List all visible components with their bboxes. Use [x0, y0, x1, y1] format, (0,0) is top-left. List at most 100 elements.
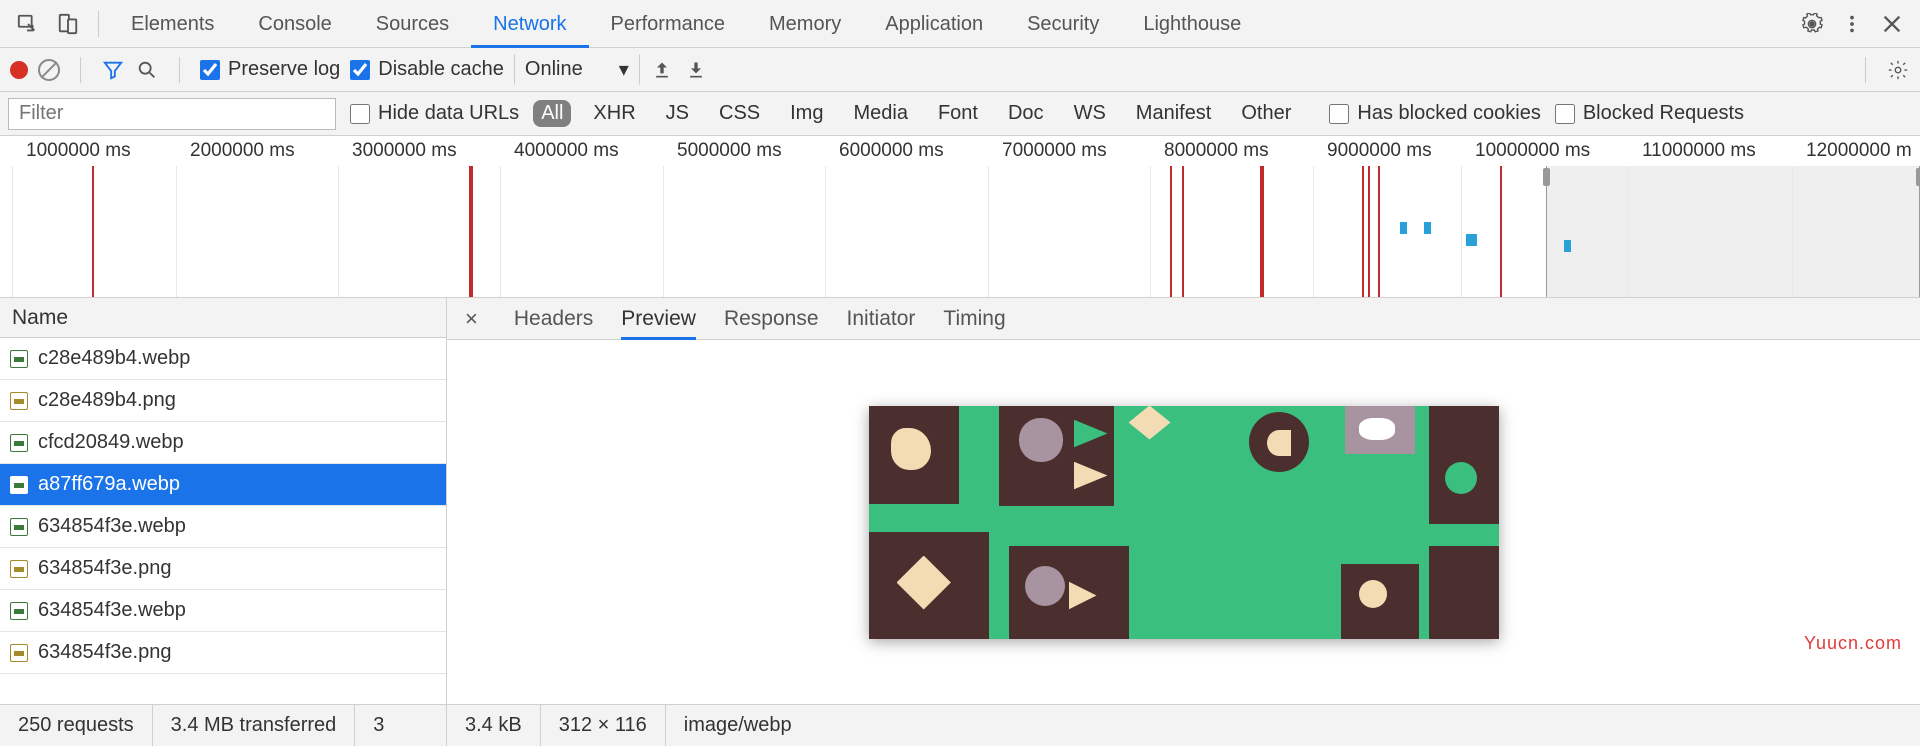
- has-blocked-cookies-checkbox[interactable]: Has blocked cookies: [1329, 102, 1540, 125]
- settings-icon[interactable]: [1798, 10, 1826, 38]
- image-webp-icon: [10, 518, 28, 536]
- blocked-requests-checkbox[interactable]: Blocked Requests: [1555, 102, 1744, 125]
- devtools-tabbar: Elements Console Sources Network Perform…: [0, 0, 1920, 48]
- timeline-tick-label: 11000000 ms: [1642, 140, 1756, 162]
- device-toggle-icon[interactable]: [54, 10, 82, 38]
- tab-sources[interactable]: Sources: [354, 0, 471, 48]
- type-img[interactable]: Img: [782, 100, 831, 127]
- timeline-overview[interactable]: 1000000 ms2000000 ms3000000 ms4000000 ms…: [0, 136, 1920, 298]
- timeline-data-dot: [1400, 222, 1407, 234]
- request-row[interactable]: c28e489b4.png: [0, 380, 446, 422]
- close-devtools-icon[interactable]: [1878, 10, 1906, 38]
- image-webp-icon: [10, 476, 28, 494]
- separator: [179, 57, 180, 83]
- status-bar: 250 requests 3.4 MB transferred 3 3.4 kB…: [0, 704, 1920, 746]
- filter-icon[interactable]: [101, 58, 125, 82]
- request-row[interactable]: 634854f3e.png: [0, 548, 446, 590]
- preview-image: [869, 406, 1499, 639]
- status-three: 3: [355, 705, 402, 746]
- image-webp-icon: [10, 350, 28, 368]
- timeline-handle-right[interactable]: [1916, 168, 1920, 186]
- request-name: 634854f3e.png: [38, 557, 171, 580]
- timeline-event-line: [92, 166, 94, 297]
- throttle-value: Online: [525, 58, 583, 81]
- watermark: Yuucn.com: [1804, 633, 1902, 654]
- search-icon[interactable]: [135, 58, 159, 82]
- detail-tab-initiator[interactable]: Initiator: [847, 298, 916, 340]
- tab-console[interactable]: Console: [236, 0, 353, 48]
- image-png-icon: [10, 560, 28, 578]
- timeline-tick-label: 2000000 ms: [190, 140, 295, 162]
- separator: [1865, 57, 1866, 83]
- type-doc[interactable]: Doc: [1000, 100, 1052, 127]
- settings-icon[interactable]: [1886, 58, 1910, 82]
- upload-icon[interactable]: [650, 58, 674, 82]
- timeline-handle-left[interactable]: [1543, 168, 1550, 186]
- timeline-event-line: [1362, 166, 1364, 297]
- tab-lighthouse[interactable]: Lighthouse: [1121, 0, 1263, 48]
- request-list-header[interactable]: Name: [0, 298, 446, 338]
- request-row[interactable]: a87ff679a.webp: [0, 464, 446, 506]
- tab-memory[interactable]: Memory: [747, 0, 863, 48]
- type-css[interactable]: CSS: [711, 100, 768, 127]
- close-detail-icon[interactable]: ×: [457, 306, 486, 332]
- preserve-log-label: Preserve log: [228, 58, 340, 81]
- tab-application[interactable]: Application: [863, 0, 1005, 48]
- record-button[interactable]: [10, 61, 28, 79]
- status-mime: image/webp: [666, 705, 810, 746]
- has-blocked-cookies-label: Has blocked cookies: [1357, 102, 1540, 125]
- network-toolbar: Preserve log Disable cache Online ▾: [0, 48, 1920, 92]
- status-requests: 250 requests: [0, 705, 153, 746]
- timeline-tick-label: 5000000 ms: [677, 140, 782, 162]
- timeline-selection[interactable]: [1546, 166, 1920, 297]
- type-font[interactable]: Font: [930, 100, 986, 127]
- filter-input[interactable]: [8, 98, 336, 130]
- preserve-log-checkbox[interactable]: Preserve log: [200, 58, 340, 81]
- detail-tab-timing[interactable]: Timing: [943, 298, 1005, 340]
- tab-elements[interactable]: Elements: [109, 0, 236, 48]
- type-xhr[interactable]: XHR: [585, 100, 643, 127]
- clear-button[interactable]: [38, 59, 60, 81]
- request-name: 634854f3e.png: [38, 641, 171, 664]
- request-row[interactable]: 634854f3e.png: [0, 632, 446, 674]
- more-icon[interactable]: [1838, 10, 1866, 38]
- detail-tab-response[interactable]: Response: [724, 298, 819, 340]
- detail-tabs: × Headers Preview Response Initiator Tim…: [447, 298, 1920, 340]
- image-webp-icon: [10, 602, 28, 620]
- detail-panel: × Headers Preview Response Initiator Tim…: [447, 298, 1920, 704]
- request-list[interactable]: c28e489b4.webp c28e489b4.png cfcd20849.web…: [0, 338, 446, 704]
- request-row[interactable]: 634854f3e.webp: [0, 590, 446, 632]
- type-media[interactable]: Media: [845, 100, 915, 127]
- tab-performance[interactable]: Performance: [589, 0, 748, 48]
- hide-data-urls-checkbox[interactable]: Hide data URLs: [350, 102, 519, 125]
- timeline-event-line: [1262, 166, 1264, 297]
- type-other[interactable]: Other: [1233, 100, 1299, 127]
- separator: [80, 57, 81, 83]
- preview-body: Yuucn.com: [447, 340, 1920, 704]
- timeline-event-line: [1182, 166, 1184, 297]
- download-icon[interactable]: [684, 58, 708, 82]
- type-ws[interactable]: WS: [1066, 100, 1114, 127]
- type-js[interactable]: JS: [658, 100, 697, 127]
- type-all[interactable]: All: [533, 100, 571, 127]
- timeline-event-line: [471, 166, 473, 297]
- request-row[interactable]: c28e489b4.webp: [0, 338, 446, 380]
- disable-cache-checkbox[interactable]: Disable cache: [350, 58, 504, 81]
- throttle-select[interactable]: Online ▾: [514, 54, 640, 85]
- request-name: 634854f3e.webp: [38, 515, 186, 538]
- image-png-icon: [10, 392, 28, 410]
- tab-security[interactable]: Security: [1005, 0, 1121, 48]
- timeline-tick-label: 12000000 m: [1806, 140, 1912, 162]
- status-dimensions: 312 × 116: [541, 705, 666, 746]
- request-row[interactable]: cfcd20849.webp: [0, 422, 446, 464]
- request-name: a87ff679a.webp: [38, 473, 180, 496]
- inspect-icon[interactable]: [14, 10, 42, 38]
- tab-network[interactable]: Network: [471, 0, 588, 48]
- type-manifest[interactable]: Manifest: [1128, 100, 1220, 127]
- request-row[interactable]: 634854f3e.webp: [0, 506, 446, 548]
- detail-tab-headers[interactable]: Headers: [514, 298, 593, 340]
- request-name: c28e489b4.png: [38, 389, 176, 412]
- request-name: c28e489b4.webp: [38, 347, 190, 370]
- detail-tab-preview[interactable]: Preview: [621, 298, 696, 340]
- timeline-tick-label: 3000000 ms: [352, 140, 457, 162]
